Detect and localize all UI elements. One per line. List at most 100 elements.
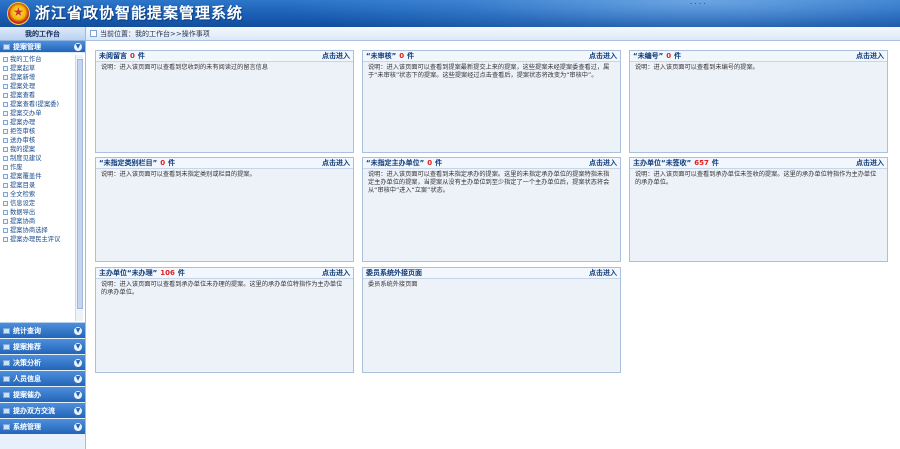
sidebar-menu-item[interactable]: 提案起草: [2, 64, 74, 73]
sidebar: 我的工作台 提案管理 ▼ 我的工作台 提案起草 提案新增 提案处理 提案查看 提案查看(提…: [0, 27, 86, 449]
task-card-description: 说明：进入该页面可以查看到承办单位未签收的提案。这里的承办单位特指作为主办单位的…: [635, 171, 877, 186]
sidebar-menu-item-label: 提案处理: [10, 83, 36, 90]
sidebar-menu-item[interactable]: 我的工作台: [2, 55, 74, 64]
sidebar-menu-item[interactable]: 送办审核: [2, 136, 74, 145]
chevron-down-icon[interactable]: ▼: [74, 391, 82, 399]
scrollbar-thumb[interactable]: [77, 59, 83, 309]
sidebar-group-label: 决策分析: [13, 359, 41, 367]
chevron-down-icon[interactable]: ▼: [74, 343, 82, 351]
sidebar-header[interactable]: 我的工作台: [0, 27, 85, 41]
chevron-down-icon[interactable]: ▼: [74, 423, 82, 431]
document-icon: [3, 147, 8, 152]
sidebar-group-label: 提办双方交流: [13, 407, 55, 415]
enter-link[interactable]: 点击进入: [322, 268, 350, 279]
sidebar-menu-item[interactable]: 拒签审核: [2, 127, 74, 136]
task-card-title: “未指定主办单位”: [366, 159, 425, 167]
enter-link[interactable]: 点击进入: [589, 158, 617, 169]
document-icon: [3, 174, 8, 179]
task-card-title: “未指定类别栏目”: [99, 159, 158, 167]
sidebar-menu-item[interactable]: 信息设定: [2, 199, 74, 208]
task-card-unit: 件: [674, 52, 682, 60]
sidebar-group[interactable]: 决策分析 ▼: [0, 355, 85, 371]
sidebar-menu-item[interactable]: 提案协商: [2, 217, 74, 226]
task-card-count: 657: [694, 159, 709, 167]
sidebar-menu-item[interactable]: 提案办理民主评议: [2, 235, 74, 244]
sidebar-menu-item[interactable]: 提案目录: [2, 181, 74, 190]
sidebar-menu-item-label: 数据导出: [10, 209, 36, 216]
task-card-title: “未审核”: [366, 52, 397, 60]
enter-link[interactable]: 点击进入: [589, 268, 617, 279]
task-card-title: 未阅留言: [99, 52, 127, 60]
document-icon: [3, 165, 8, 170]
document-icon: [3, 138, 8, 143]
task-card-title: 主办单位“未签收”: [633, 159, 692, 167]
sidebar-menu-item[interactable]: 全文检索: [2, 190, 74, 199]
sidebar-menu-item-label: 提案协商选择: [10, 227, 48, 234]
folder-icon: [3, 376, 10, 382]
task-card: 主办单位“未签收” 657 件 点击进入说明：进入该页面可以查看到承办单位未签收的提案…: [629, 157, 888, 262]
enter-link[interactable]: 点击进入: [322, 51, 350, 62]
sidebar-groups: 统计查询 ▼ 提案推荐 ▼ 决策分析 ▼ 人员信息 ▼ 提案催办 ▼ 提办双方交流 ▼ 系统管理 ▼: [0, 323, 85, 435]
task-card-header: “未审核” 0 件 点击进入: [363, 51, 620, 62]
task-card-unit: 件: [177, 269, 185, 277]
document-icon: [3, 192, 8, 197]
task-card-description: 说明：进入该页面可以查看到未指定承办的提案。这里的未指定承办单位的提案特指未指定…: [368, 171, 610, 194]
sidebar-menu-item[interactable]: 提案办理: [2, 118, 74, 127]
sidebar-menu-item[interactable]: 作废: [2, 163, 74, 172]
chevron-down-icon[interactable]: ▼: [74, 375, 82, 383]
folder-icon: [3, 44, 10, 50]
task-card-header: “未编号” 0 件 点击进入: [630, 51, 887, 62]
sidebar-menu-item[interactable]: 提案协商选择: [2, 226, 74, 235]
folder-icon: [3, 360, 10, 366]
enter-link[interactable]: 点击进入: [856, 51, 884, 62]
sidebar-group[interactable]: 提案催办 ▼: [0, 387, 85, 403]
sidebar-menu-item[interactable]: 提案查看(提案委): [2, 100, 74, 109]
task-card-header: “未指定类别栏目” 0 件 点击进入: [96, 158, 353, 169]
chevron-down-icon[interactable]: ▼: [74, 327, 82, 335]
folder-icon: [3, 408, 10, 414]
document-icon: [3, 102, 8, 107]
sidebar-menu-item[interactable]: 提案覆盖件: [2, 172, 74, 181]
sidebar-scrollbar[interactable]: [75, 55, 83, 321]
location-icon: [90, 30, 97, 37]
chevron-down-icon[interactable]: ▼: [74, 43, 82, 51]
sidebar-menu-item-label: 提案办理: [10, 119, 36, 126]
sidebar-menu-item-label: 提案办理民主评议: [10, 236, 61, 243]
chevron-down-icon[interactable]: ▼: [74, 359, 82, 367]
task-card-header: 主办单位“未签收” 657 件 点击进入: [630, 158, 887, 169]
sidebar-menu-item[interactable]: 提案处理: [2, 82, 74, 91]
task-card-unit: 件: [711, 159, 719, 167]
header-marks: · · · ·: [690, 0, 706, 8]
document-icon: [3, 57, 8, 62]
sidebar-group[interactable]: 人员信息 ▼: [0, 371, 85, 387]
sidebar-group[interactable]: 统计查询 ▼: [0, 323, 85, 339]
sidebar-menu-item[interactable]: 提案交办单: [2, 109, 74, 118]
sidebar-menu-item[interactable]: 提案新增: [2, 73, 74, 82]
document-icon: [3, 156, 8, 161]
sidebar-menu-item-label: 提案新增: [10, 74, 36, 81]
sidebar-group-proposal-management[interactable]: 提案管理 ▼: [0, 41, 85, 53]
sidebar-group-label: 提案推荐: [13, 343, 41, 351]
app-header: 浙江省政协智能提案管理系统 · · · ·: [0, 0, 900, 27]
task-card: “未审核” 0 件 点击进入 说明：进入该页面可以查看到提案最新提交上来的提案，这些提案…: [362, 50, 621, 153]
sidebar-group[interactable]: 提案推荐 ▼: [0, 339, 85, 355]
enter-link[interactable]: 点击进入: [322, 158, 350, 169]
document-icon: [3, 129, 8, 134]
sidebar-menu-item[interactable]: 数据导出: [2, 208, 74, 217]
sidebar-menu: 我的工作台 提案起草 提案新增提案处理提案查看 提案查看(提案委) 提案交办单 提案办理拒…: [0, 53, 85, 323]
sidebar-menu-item-label: 我的工作台: [10, 56, 42, 63]
task-card-description: 说明：进入该页面可以查看到未编号的提案。: [635, 64, 759, 71]
task-card-count: 0: [160, 159, 166, 167]
task-card-count: 0: [427, 159, 433, 167]
sidebar-menu-item[interactable]: 提案查看: [2, 91, 74, 100]
sidebar-menu-item-label: 提案查看: [10, 92, 36, 99]
enter-link[interactable]: 点击进入: [856, 158, 884, 169]
enter-link[interactable]: 点击进入: [589, 51, 617, 62]
sidebar-menu-item-label: 提案协商: [10, 218, 36, 225]
sidebar-menu-item[interactable]: 制度见建议: [2, 154, 74, 163]
sidebar-menu-item[interactable]: 我的提案: [2, 145, 74, 154]
sidebar-menu-item-label: 我的提案: [10, 146, 36, 153]
sidebar-group[interactable]: 系统管理 ▼: [0, 419, 85, 435]
chevron-down-icon[interactable]: ▼: [74, 407, 82, 415]
sidebar-group[interactable]: 提办双方交流 ▼: [0, 403, 85, 419]
